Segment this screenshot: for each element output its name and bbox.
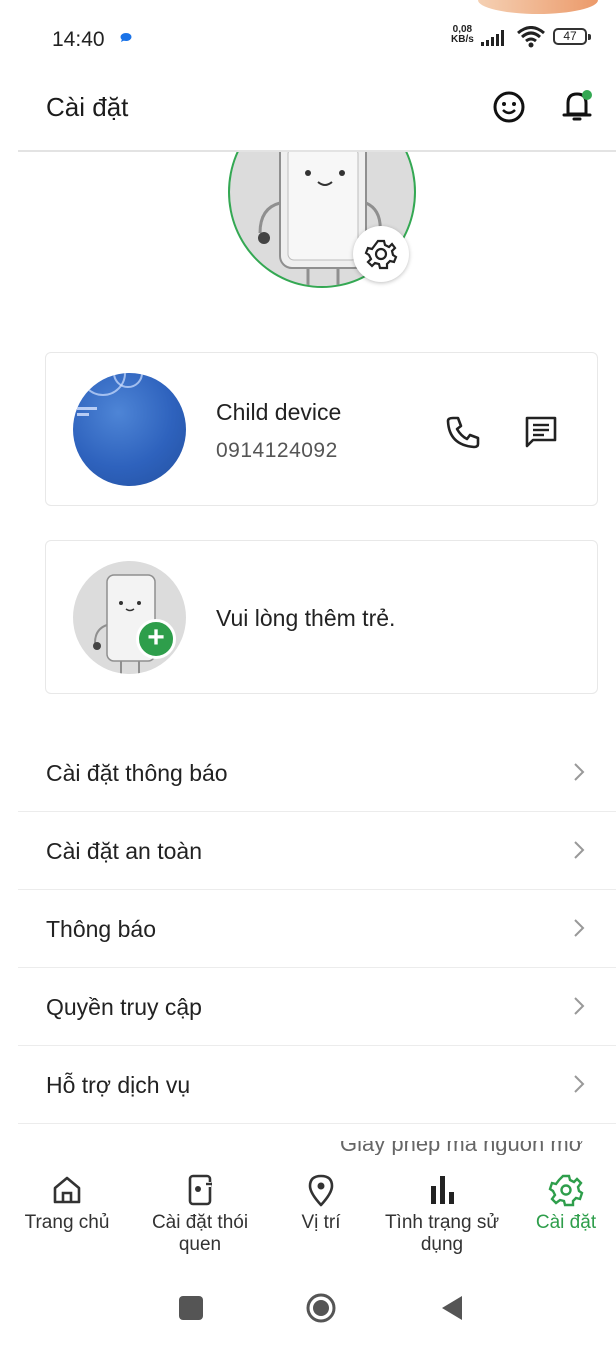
feedback-button[interactable] [492, 90, 526, 124]
bottom-nav: Trang chủ Cài đặt thói quen Vị trí Tình … [0, 1158, 616, 1276]
page-title: Cài đặt [46, 92, 129, 122]
back-button[interactable] [440, 1294, 464, 1322]
status-time: 14:40 [52, 28, 105, 51]
add-icon: + [136, 619, 176, 659]
smiley-icon [493, 91, 525, 123]
menu-item-label: Cài đặt an toàn [46, 838, 203, 864]
menu-item-notification-settings[interactable]: Cài đặt thông báo [18, 734, 616, 812]
nav-usage-status[interactable]: Tình trạng sử dụng [376, 1158, 508, 1256]
signal-icon [481, 30, 504, 46]
add-child-card[interactable]: + Vui lòng thêm trẻ. [45, 540, 598, 694]
wifi-icon [517, 26, 545, 48]
network-speed-unit: KB/s [451, 34, 474, 45]
nav-location[interactable]: Vị trí [278, 1158, 364, 1234]
chevron-right-icon [574, 841, 585, 859]
menu-item-label: Giấy phép mã nguồn mở [340, 1141, 584, 1155]
system-nav-bar [0, 1276, 616, 1346]
network-speed: 0,08 KB/s [451, 25, 474, 45]
message-button[interactable] [522, 413, 560, 451]
phone-mascot-image [93, 574, 156, 674]
menu-item-notifications[interactable]: Thông báo [18, 890, 616, 968]
menu-item-label: Hỗ trợ dịch vụ [46, 1072, 191, 1098]
add-child-text: Vui lòng thêm trẻ. [216, 605, 396, 631]
notifications-button[interactable] [560, 88, 594, 124]
menu-item-open-source-license[interactable]: Giấy phép mã nguồn mở [340, 1141, 610, 1155]
nav-settings[interactable]: Cài đặt [518, 1158, 614, 1234]
nav-label: Cài đặt thói quen [151, 1212, 249, 1255]
chevron-right-icon [574, 919, 585, 937]
chat-icon [525, 416, 557, 448]
recent-apps-button[interactable] [179, 1296, 203, 1320]
chevron-right-icon [574, 997, 585, 1015]
gear-icon [548, 1174, 584, 1207]
menu-item-label: Quyền truy cập [46, 994, 202, 1020]
status-bar: 14:40 0,08 KB/s 47 [0, 0, 616, 76]
menu-item-label: Cài đặt thông báo [46, 760, 228, 786]
nav-home[interactable]: Trang chủ [0, 1158, 134, 1234]
settings-menu: Cài đặt thông báo Cài đặt an toàn Thông … [0, 734, 616, 1124]
message-notification-icon [120, 33, 132, 42]
home-icon [53, 1176, 81, 1204]
menu-item-safety-settings[interactable]: Cài đặt an toàn [18, 812, 616, 890]
back-triangle-icon [442, 1296, 462, 1320]
phone-icon [446, 416, 480, 449]
menu-item-permissions[interactable]: Quyền truy cập [18, 968, 616, 1046]
phone-settings-icon [188, 1174, 212, 1206]
chevron-right-icon [574, 763, 585, 781]
chevron-right-icon [574, 1075, 585, 1093]
nav-label: Trang chủ [24, 1212, 110, 1233]
gear-icon [364, 239, 398, 270]
nav-label: Cài đặt [535, 1212, 597, 1233]
call-button[interactable] [444, 413, 482, 451]
battery-indicator: 47 [553, 28, 591, 45]
child-device-card[interactable]: Child device 0914124092 [45, 352, 598, 506]
device-phone: 0914124092 [216, 439, 338, 462]
location-pin-icon [308, 1174, 334, 1207]
home-button[interactable] [305, 1292, 337, 1324]
bell-icon [562, 90, 592, 121]
add-child-avatar [73, 561, 186, 674]
nav-habit-settings[interactable]: Cài đặt thói quen [134, 1158, 266, 1256]
device-name: Child device [216, 399, 342, 425]
bar-chart-icon [431, 1176, 454, 1204]
device-photo [73, 373, 186, 486]
menu-item-label: Thông báo [46, 916, 156, 942]
nav-label: Tình trạng sử dụng [384, 1212, 500, 1255]
avatar-area [0, 152, 616, 302]
nav-label: Vị trí [301, 1212, 341, 1233]
avatar-settings-button[interactable] [353, 226, 409, 282]
app-header: Cài đặt [0, 76, 616, 150]
device-wallpaper-image [77, 373, 143, 416]
home-circle-icon [306, 1293, 336, 1323]
menu-item-service-support[interactable]: Hỗ trợ dịch vụ [18, 1046, 616, 1124]
